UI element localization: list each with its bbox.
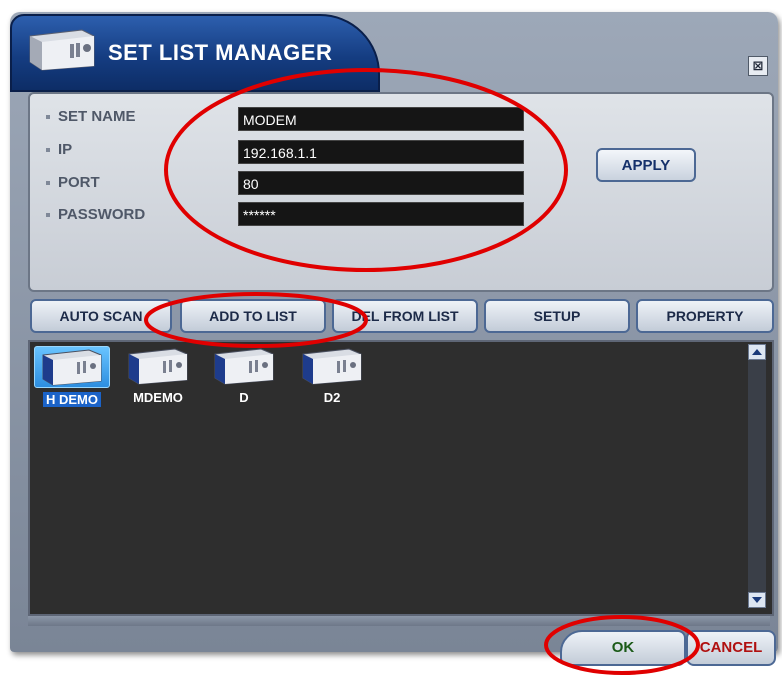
- dvr-device-icon: [29, 29, 95, 71]
- list-item-d2[interactable]: D2: [292, 346, 372, 408]
- list-item-label: D: [239, 390, 249, 405]
- dvr-device-icon: [34, 346, 110, 388]
- password-label: PASSWORD: [46, 206, 145, 223]
- apply-button[interactable]: APPLY: [596, 148, 696, 182]
- list-item-label: D2: [323, 390, 341, 405]
- dvr-device-icon: [121, 346, 195, 386]
- set-name-input[interactable]: MODEM: [238, 107, 524, 131]
- list-item-label: MDEMO: [133, 390, 183, 405]
- set-name-label: SET NAME: [46, 108, 136, 125]
- list-item-d[interactable]: D: [204, 346, 284, 408]
- dvr-device-icon: [295, 346, 369, 386]
- auto-scan-button[interactable]: AUTO SCAN: [30, 299, 172, 333]
- ip-input[interactable]: 192.168.1.1: [238, 140, 524, 164]
- dvr-device-icon: [207, 346, 281, 386]
- port-input[interactable]: 80: [238, 171, 524, 195]
- scroll-up-arrow-icon[interactable]: [748, 344, 766, 360]
- dialog-footer-bar: [28, 616, 770, 626]
- port-label: PORT: [46, 174, 100, 191]
- cancel-button[interactable]: CANCEL: [686, 630, 776, 666]
- property-button[interactable]: PROPERTY: [636, 299, 774, 333]
- add-to-list-button[interactable]: ADD TO LIST: [180, 299, 326, 333]
- ok-button[interactable]: OK: [560, 630, 686, 666]
- list-item-h-demo[interactable]: H DEMO: [32, 346, 112, 408]
- password-input[interactable]: ******: [238, 202, 524, 226]
- setup-button[interactable]: SETUP: [484, 299, 630, 333]
- list-scrollbar[interactable]: [748, 344, 766, 608]
- del-from-list-button[interactable]: DEL FROM LIST: [332, 299, 478, 333]
- close-button[interactable]: ⊠: [748, 56, 768, 76]
- dialog-title: SET LIST MANAGER: [108, 40, 333, 65]
- scroll-down-arrow-icon[interactable]: [748, 592, 766, 608]
- list-item-label: H DEMO: [43, 392, 101, 407]
- ip-label: IP: [46, 141, 72, 158]
- list-item-mdemo[interactable]: MDEMO: [118, 346, 198, 408]
